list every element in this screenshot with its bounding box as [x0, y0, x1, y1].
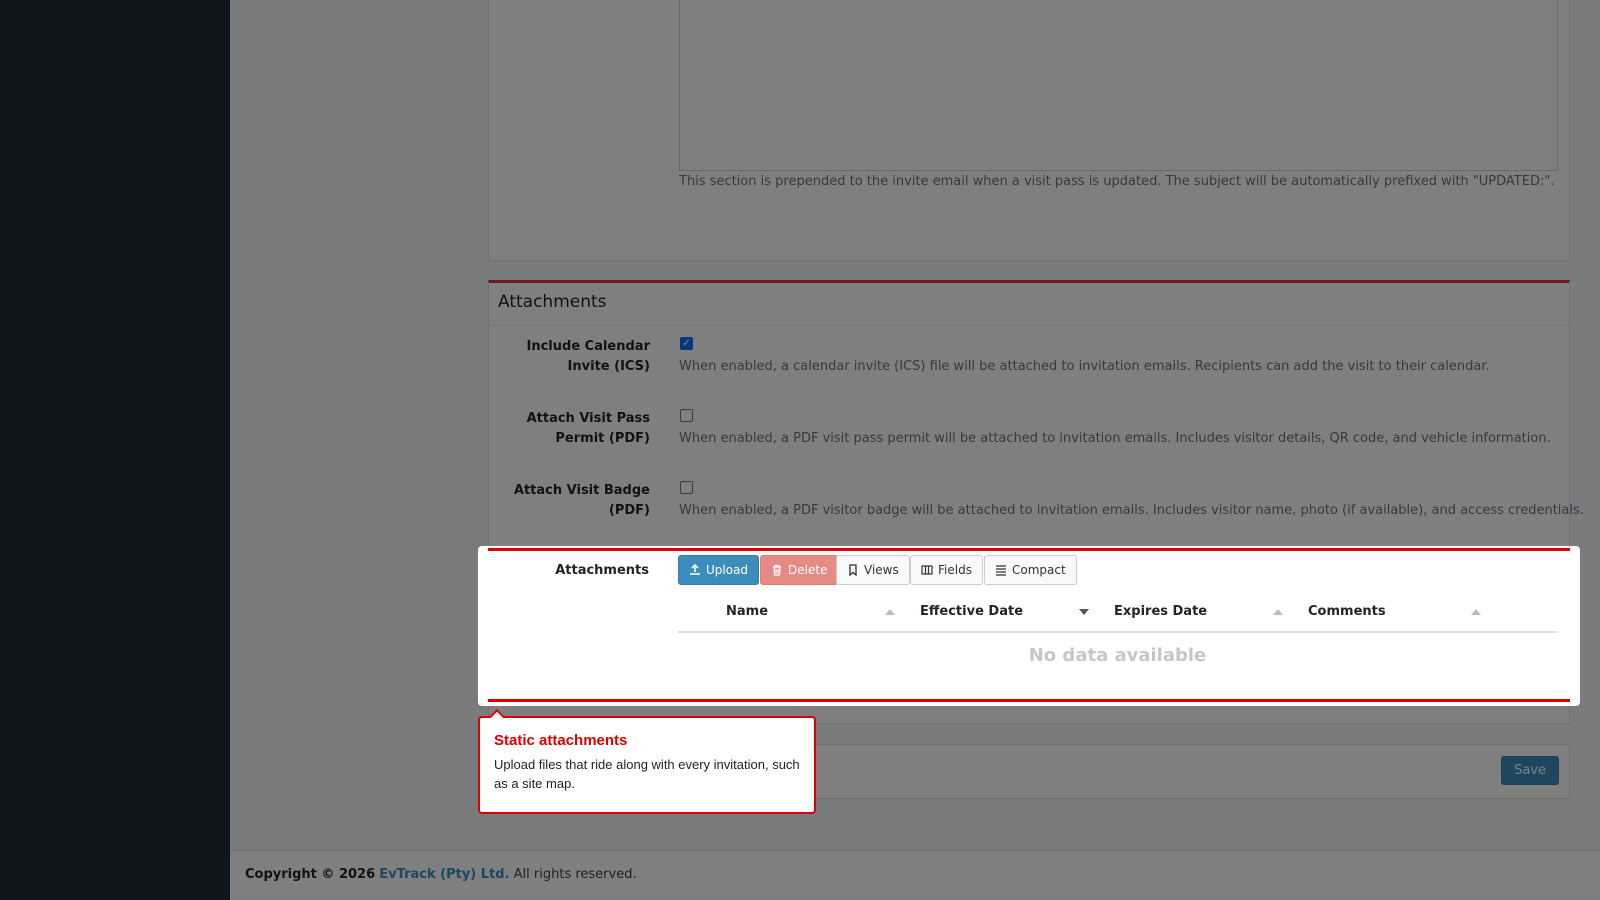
column-header-name[interactable]: Name	[726, 604, 768, 619]
upload-label: Upload	[706, 563, 749, 577]
compact-label: Compact	[1012, 563, 1066, 577]
views-button[interactable]: Views	[836, 555, 910, 585]
attachments-table-section: Attachments Upload Delete Views Fields C…	[488, 548, 1570, 702]
tour-tooltip: Static attachments Upload files that rid…	[478, 708, 816, 814]
column-header-comments[interactable]: Comments	[1308, 604, 1386, 619]
fields-button[interactable]: Fields	[910, 555, 983, 585]
fields-label: Fields	[938, 563, 972, 577]
tour-spotlight: Attachments Upload Delete Views Fields C…	[478, 546, 1580, 706]
sort-asc-icon[interactable]	[885, 609, 895, 615]
tooltip-text: Upload files that ride along with every …	[494, 757, 800, 791]
sort-asc-icon[interactable]	[1471, 609, 1481, 615]
sort-desc-icon[interactable]	[1079, 609, 1089, 615]
delete-label: Delete	[788, 563, 828, 577]
delete-button[interactable]: Delete	[760, 555, 839, 585]
empty-table-message: No data available	[1028, 645, 1207, 666]
compact-button[interactable]: Compact	[984, 555, 1077, 585]
trash-icon	[773, 564, 781, 576]
column-header-effective-date[interactable]: Effective Date	[920, 604, 1023, 619]
tooltip-title: Static attachments	[494, 732, 628, 749]
columns-icon	[921, 565, 933, 575]
attachments-table-label: Attachments	[555, 563, 649, 578]
sort-asc-icon[interactable]	[1273, 609, 1283, 615]
column-header-expires-date[interactable]: Expires Date	[1114, 604, 1207, 619]
views-label: Views	[864, 563, 899, 577]
bookmark-icon	[849, 564, 857, 576]
upload-icon	[690, 564, 700, 575]
lines-icon	[996, 565, 1006, 576]
table-header-divider	[678, 631, 1557, 633]
upload-button[interactable]: Upload	[678, 555, 760, 585]
